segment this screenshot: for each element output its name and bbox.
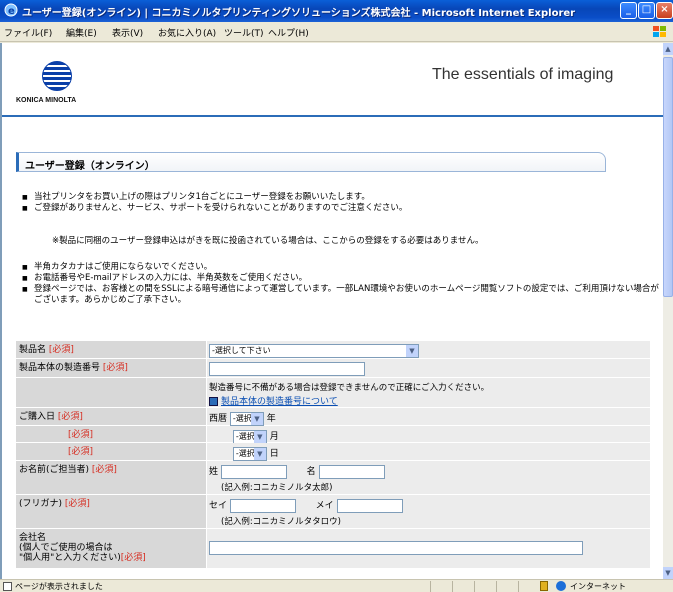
windows-flag-icon bbox=[653, 26, 666, 37]
menu-view[interactable]: 表示(V) bbox=[112, 26, 143, 39]
window-title: ユーザー登録(オンライン) | コニカミノルタプリンティングソリューションズ株式… bbox=[22, 8, 576, 19]
product-select[interactable]: -選択して下さい ▼ bbox=[209, 344, 419, 358]
page-content: KONICA MINOLTA The essentials of imaging… bbox=[0, 43, 663, 579]
menu-tools[interactable]: ツール(T) bbox=[224, 26, 264, 39]
menu-favorites[interactable]: お気に入り(A) bbox=[158, 26, 216, 39]
chevron-down-icon: ▼ bbox=[253, 447, 266, 460]
section-title: ユーザー登録（オンライン） bbox=[25, 161, 155, 172]
konica-minolta-logo-icon bbox=[42, 61, 72, 91]
tagline: The essentials of imaging bbox=[432, 66, 614, 83]
list-item: 半角カタカナはご使用にならないでください。 bbox=[20, 262, 660, 273]
menu-help[interactable]: ヘルプ(H) bbox=[268, 26, 309, 39]
year-unit: 年 bbox=[266, 414, 276, 424]
registration-form: 製品名 [必須] -選択して下さい ▼ 製品本体の製造番号 [必須] 製造番号に… bbox=[16, 341, 650, 569]
serial-label: 製品本体の製造番号 [必須] bbox=[16, 359, 206, 377]
menu-file[interactable]: ファイル(F) bbox=[4, 26, 52, 39]
table-row: 製造番号に不備がある場合は登録できませんので正確にご入力ください。 製品本体の製… bbox=[16, 378, 650, 408]
kana-example: (記入例:コニカミノルタタロウ) bbox=[221, 516, 341, 527]
serial-help-link[interactable]: 製品本体の製造番号について bbox=[221, 397, 338, 407]
table-row: ご購入日 [必須] 西暦 -選択 ▼ 年 bbox=[16, 408, 650, 426]
book-icon bbox=[209, 397, 218, 406]
chevron-down-icon: ▼ bbox=[253, 430, 266, 443]
first-name-input[interactable] bbox=[318, 464, 385, 479]
window-titlebar: e ユーザー登録(オンライン) | コニカミノルタプリンティングソリューションズ… bbox=[0, 0, 673, 22]
intro-bullets-2: 半角カタカナはご使用にならないでください。 お電話番号やE-mailアドレスの入… bbox=[20, 262, 660, 306]
globe-icon bbox=[556, 581, 566, 591]
purchase-label: ご購入日 [必須] bbox=[16, 408, 206, 425]
table-row: お名前(ご担当者) [必須] 姓 名 (記入例:コニカミノルタ太郎) bbox=[16, 461, 650, 495]
sei-label: 姓 bbox=[209, 467, 219, 477]
menu-bar: ファイル(F) 編集(E) 表示(V) お気に入り(A) ツール(T) ヘルプ(… bbox=[0, 22, 673, 42]
product-label: 製品名 [必須] bbox=[16, 341, 206, 358]
minimize-button[interactable]: _ bbox=[620, 2, 637, 19]
era-label: 西暦 bbox=[209, 414, 228, 424]
chevron-down-icon: ▼ bbox=[406, 345, 418, 357]
logo-text: KONICA MINOLTA bbox=[16, 97, 77, 104]
serial-input[interactable] bbox=[209, 362, 365, 376]
section-heading: ユーザー登録（オンライン） bbox=[16, 152, 606, 172]
scroll-down-icon[interactable]: ▼ bbox=[663, 567, 673, 579]
close-button[interactable]: × bbox=[656, 2, 673, 19]
first-name-kana-input[interactable] bbox=[336, 498, 403, 513]
last-name-kana-input[interactable] bbox=[229, 498, 296, 513]
page-icon bbox=[3, 582, 12, 591]
table-row: 会社名 (個人でご使用の場合は "個人用"と入力ください)[必須] bbox=[16, 529, 650, 569]
table-row: [必須] -選択 ▼ 月 bbox=[16, 426, 650, 444]
list-item: お電話番号やE-mailアドレスの入力には、半角英数をご使用ください。 bbox=[20, 273, 660, 284]
ie-icon: e bbox=[4, 3, 18, 17]
status-bar: ページが表示されました インターネット bbox=[0, 579, 673, 592]
month-unit: 月 bbox=[269, 432, 279, 442]
menu-edit[interactable]: 編集(E) bbox=[66, 26, 97, 39]
serial-help-text: 製造番号に不備がある場合は登録できませんので正確にご入力ください。 bbox=[209, 383, 490, 393]
month-select[interactable]: -選択 ▼ bbox=[232, 429, 267, 444]
day-unit: 日 bbox=[269, 449, 279, 459]
scroll-thumb[interactable] bbox=[663, 57, 673, 297]
chevron-down-icon: ▼ bbox=[250, 412, 263, 425]
day-select[interactable]: -選択 ▼ bbox=[232, 446, 267, 461]
name-label: お名前(ご担当者) [必須] bbox=[16, 461, 206, 494]
name-example: (記入例:コニカミノルタ太郎) bbox=[221, 482, 333, 493]
intro-bullets-1: 当社プリンタをお買い上げの際はプリンタ1台ごとにユーザー登録をお願いいたします。… bbox=[20, 192, 660, 214]
list-item: ご登録がありませんと、サービス、サポートを受けられないことがありますのでご注意く… bbox=[20, 203, 660, 214]
security-zone: インターネット bbox=[570, 582, 626, 591]
maximize-button[interactable]: □ bbox=[638, 2, 655, 19]
lock-icon bbox=[540, 581, 548, 591]
note-text: ※製品に同梱のユーザー登録申込はがきを既に投函されている場合は、ここからの登録を… bbox=[52, 236, 484, 246]
scroll-up-icon[interactable]: ▲ bbox=[663, 43, 673, 55]
svg-text:e: e bbox=[8, 6, 15, 17]
mei-kana-label: メイ bbox=[315, 501, 334, 511]
list-item: 当社プリンタをお買い上げの際はプリンタ1台ごとにユーザー登録をお願いいたします。 bbox=[20, 192, 660, 203]
vertical-scrollbar[interactable]: ▲ ▼ bbox=[663, 43, 673, 579]
table-row: (フリガナ) [必須] セイ メイ (記入例:コニカミノルタタロウ) bbox=[16, 495, 650, 529]
table-row: 製品名 [必須] -選択して下さい ▼ bbox=[16, 341, 650, 359]
mei-label: 名 bbox=[306, 467, 316, 477]
kana-label: (フリガナ) [必須] bbox=[16, 495, 206, 528]
company-label: 会社名 (個人でご使用の場合は "個人用"と入力ください)[必須] bbox=[16, 529, 206, 568]
status-text: ページが表示されました bbox=[15, 582, 103, 591]
last-name-input[interactable] bbox=[220, 464, 287, 479]
sei-kana-label: セイ bbox=[209, 501, 228, 511]
year-select[interactable]: -選択 ▼ bbox=[229, 411, 264, 426]
header-divider bbox=[2, 115, 663, 117]
list-item: 登録ページでは、お客様との間をSSLによる暗号通信によって運営しています。一部L… bbox=[20, 284, 660, 306]
table-row: [必須] -選択 ▼ 日 bbox=[16, 443, 650, 461]
company-input[interactable] bbox=[209, 541, 583, 555]
table-row: 製品本体の製造番号 [必須] bbox=[16, 359, 650, 378]
